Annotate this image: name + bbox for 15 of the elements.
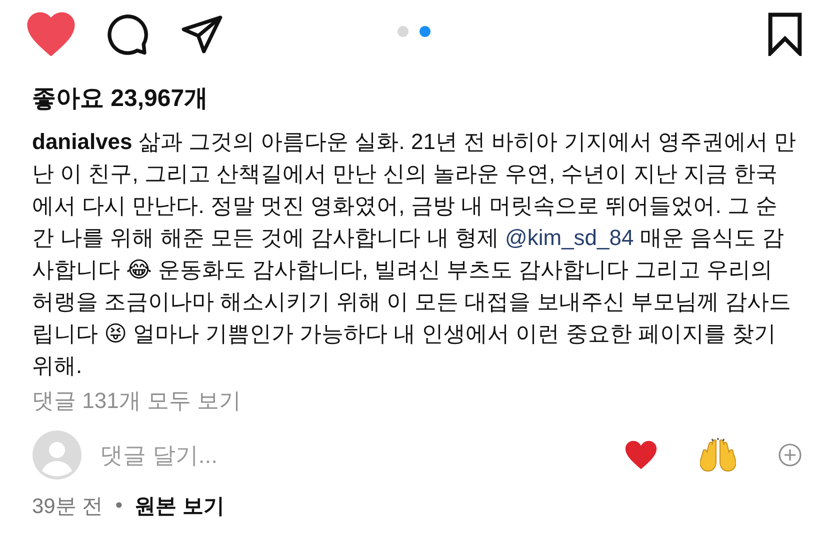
timestamp: 39분 전 <box>32 494 104 520</box>
separator-dot: • <box>115 494 123 518</box>
bookmark-icon[interactable] <box>766 12 804 56</box>
raised-hands-reaction-button[interactable] <box>700 438 736 472</box>
like-count: 좋아요 23,967개 <box>32 84 208 114</box>
mention-link[interactable]: @kim_sd_84 <box>505 225 634 250</box>
add-reaction-button[interactable] <box>778 443 802 467</box>
like-button[interactable] <box>26 12 76 56</box>
username-link[interactable]: danialves <box>32 129 132 154</box>
see-original-link[interactable]: 원본 보기 <box>134 492 224 520</box>
comment-icon[interactable] <box>106 12 150 56</box>
comment-input[interactable]: 댓글 달기... <box>98 440 582 470</box>
heart-reaction-button[interactable] <box>624 439 658 471</box>
caption: danialves 삶과 그것의 아름다운 실화. 21년 전 바히아 기지에서 영주권에서 만난 이 친구, 그리고 산책길에서 만난 신의 놀라운 우연, 수년이 지난 지금 한국에서 다시 만난다. 정말 멋진 영화였어, 금방 내 머릿속으로 뛰어들었어. 그 순간 나를 위해 해준 모든 것에 감사합니다 내 형제 @kim_sd_84 매운 음식도 감사합니다 😂 운동화도 감사합니다, 빌려신 부츠도 감사합니다 그리고 우리의 허랭을 조금이나마 해소시키기 위해 이 모든 대접을 보내주신 부모님께 감사드립니다 😝 얼마나 기쁨인가 가능하다 내 인생에서 이런 중요한 페이지를 찾기 위해. <box>32 128 796 380</box>
avatar-icon <box>32 430 82 480</box>
